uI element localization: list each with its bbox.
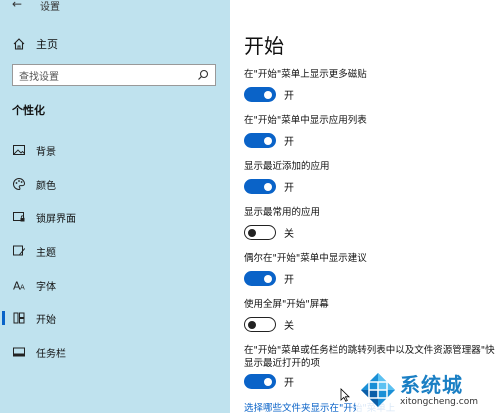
sidebar-item-label: 颜色 xyxy=(36,180,56,192)
watermark-logo-icon xyxy=(361,372,395,407)
sidebar-item-label: 字体 xyxy=(36,281,56,293)
setting-app-list: 在"开始"菜单中显示应用列表 开 xyxy=(244,114,500,148)
lock-screen-icon xyxy=(13,212,25,222)
setting-label: 在"开始"菜单中显示应用列表 xyxy=(244,115,367,126)
sidebar-item-start[interactable]: 开始 xyxy=(0,308,230,328)
more-tiles-toggle[interactable] xyxy=(244,87,276,102)
active-indicator xyxy=(2,311,5,325)
mouse-cursor-icon xyxy=(340,388,350,402)
watermark-brand: 系统城 xyxy=(400,372,463,397)
watermark: 系统城 xitongcheng.com xyxy=(356,366,500,413)
setting-label: 在"开始"菜单或任务栏的跳转列表中以及文件资源管理器"快 xyxy=(244,345,495,356)
toggle-state-label: 开 xyxy=(284,137,294,148)
setting-label: 显示最近添加的应用 xyxy=(244,161,330,172)
main-panel: 开始 在"开始"菜单上显示更多磁贴 开 在"开始"菜单中显示应用列表 开 显示最… xyxy=(230,0,500,413)
toggle-state-label: 开 xyxy=(284,275,294,286)
app-list-toggle[interactable] xyxy=(244,133,276,148)
sidebar-item-taskbar[interactable]: 任务栏 xyxy=(0,342,230,362)
page-title: 开始 xyxy=(244,34,284,58)
picture-icon xyxy=(13,145,25,155)
setting-label: 偶尔在"开始"菜单中显示建议 xyxy=(244,253,367,264)
search-box[interactable]: 查找设置 xyxy=(12,64,216,86)
toggle-state-label: 开 xyxy=(284,91,294,102)
brush-icon xyxy=(13,245,25,256)
start-icon xyxy=(13,312,25,324)
toggle-state-label: 开 xyxy=(284,378,294,389)
setting-recently-added: 显示最近添加的应用 开 xyxy=(244,160,500,194)
sidebar: ← 设置 主页 查找设置 个性化 背景 颜色 锁屏界面 主题 A A 字体 开始… xyxy=(0,0,230,413)
toggle-state-label: 关 xyxy=(284,229,294,240)
setting-label: 使用全屏"开始"屏幕 xyxy=(244,299,329,310)
setting-suggestions: 偶尔在"开始"菜单中显示建议 开 xyxy=(244,252,500,286)
home-nav-item[interactable]: 主页 xyxy=(12,36,58,52)
sidebar-item-fonts[interactable]: A A 字体 xyxy=(0,275,230,295)
toggle-state-label: 开 xyxy=(284,183,294,194)
sidebar-item-label: 背景 xyxy=(36,146,56,158)
sidebar-item-label: 开始 xyxy=(36,314,56,326)
search-input[interactable]: 查找设置 xyxy=(19,68,197,83)
toggle-state-label: 关 xyxy=(284,321,294,332)
sidebar-item-label: 锁屏界面 xyxy=(36,213,76,225)
setting-label: 显示最常用的应用 xyxy=(244,207,321,218)
section-title: 个性化 xyxy=(12,104,45,117)
app-title: 设置 xyxy=(40,2,60,13)
setting-full-screen: 使用全屏"开始"屏幕 关 xyxy=(244,298,500,332)
full-screen-toggle[interactable] xyxy=(244,317,276,332)
home-icon xyxy=(13,38,25,50)
sidebar-item-label: 任务栏 xyxy=(36,348,66,360)
most-used-toggle[interactable] xyxy=(244,225,276,240)
svg-text:A: A xyxy=(20,284,25,292)
suggestions-toggle[interactable] xyxy=(244,271,276,286)
search-icon[interactable] xyxy=(197,69,209,81)
palette-icon xyxy=(13,177,26,191)
setting-more-tiles: 在"开始"菜单上显示更多磁贴 开 xyxy=(244,68,500,102)
back-arrow-icon[interactable]: ← xyxy=(12,0,22,11)
setting-label: 在"开始"菜单上显示更多磁贴 xyxy=(244,69,367,80)
taskbar-icon xyxy=(13,347,25,357)
sidebar-item-themes[interactable]: 主题 xyxy=(0,241,230,261)
sidebar-item-background[interactable]: 背景 xyxy=(0,140,230,160)
title-bar: ← 设置 xyxy=(0,0,230,14)
setting-most-used: 显示最常用的应用 关 xyxy=(244,206,500,240)
recent-items-toggle[interactable] xyxy=(244,374,276,389)
sidebar-item-lock-screen[interactable]: 锁屏界面 xyxy=(0,207,230,227)
sidebar-item-colors[interactable]: 颜色 xyxy=(0,174,230,194)
watermark-url: xitongcheng.com xyxy=(400,396,478,407)
home-label: 主页 xyxy=(36,38,58,51)
font-icon: A A xyxy=(13,280,25,293)
recently-added-toggle[interactable] xyxy=(244,179,276,194)
sidebar-item-label: 主题 xyxy=(36,247,56,259)
